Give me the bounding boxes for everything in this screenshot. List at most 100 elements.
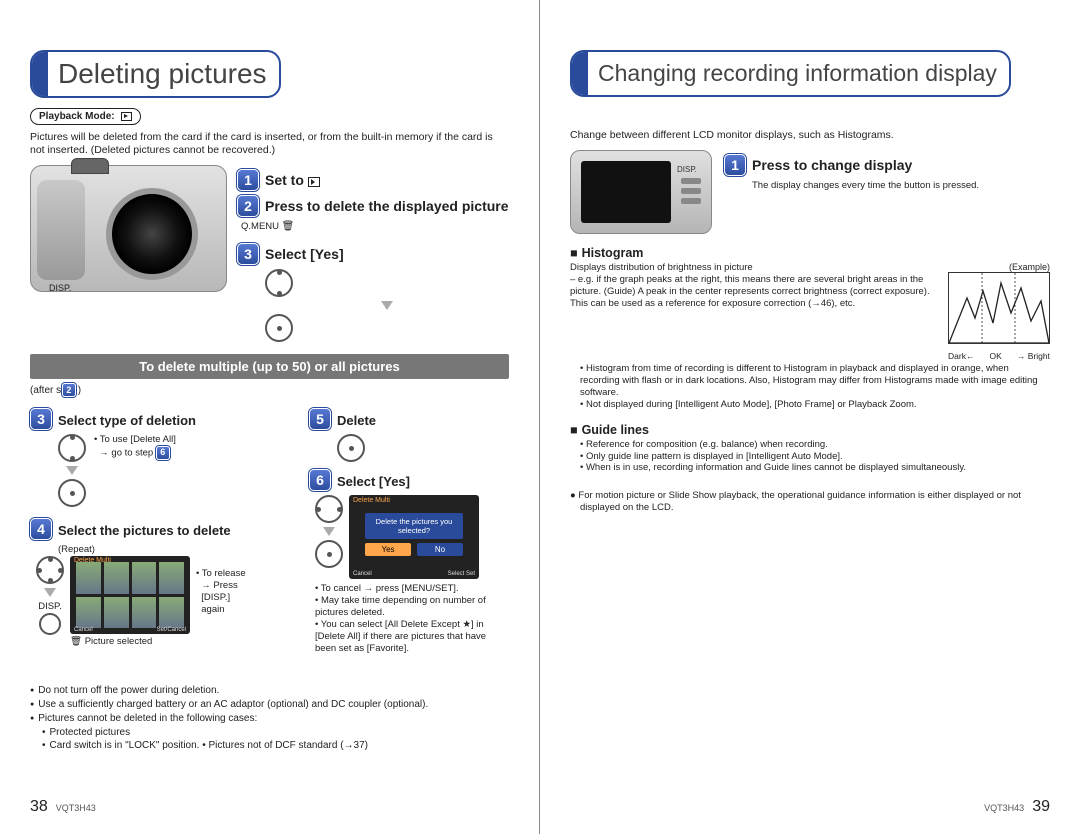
picture-selected-label: Picture selected [85,636,153,647]
step-5-icon: 5 [309,408,331,430]
scr-cancel: Cancel [74,627,93,633]
step-3-row: 3 Select [Yes] [237,243,509,265]
step-3-label: Select [Yes] [265,246,344,262]
step-5-label: Delete [337,413,376,428]
right-footer: VQT3H43 39 [570,798,1050,816]
arrow-down-icon [381,301,393,310]
left-notes: Do not turn off the power during deletio… [30,684,509,752]
hist-dark: Dark← [948,351,974,361]
right-page-number: 39 [1032,798,1050,816]
left-title: Deleting pictures [48,52,279,96]
dpad-icon [315,495,343,523]
release-4: again [196,604,225,615]
histogram-body: Displays distribution of brightness in p… [570,262,936,310]
dpad-center-icon [315,540,343,568]
trash-icon: 🗑 [282,221,295,232]
histogram-graphic [948,272,1050,344]
left-intro: Pictures will be deleted from the card i… [30,131,509,157]
playback-icon [121,112,132,121]
note-3: Pictures cannot be deleted in the follow… [30,712,509,725]
step-6-icon: 6 [309,469,331,491]
step-5-row: 5 Delete [309,407,509,430]
hist-bullet-1: Histogram from time of recording is diff… [580,363,1038,398]
guide-bullet-1: Reference for composition (e.g. balance)… [586,439,828,450]
right-title: Changing recording information display [588,52,1009,95]
motion-note: ● For motion picture or Slide Show playb… [570,490,1050,514]
step-3b-icon: 3 [30,408,52,430]
left-title-tab: Deleting pictures [30,50,281,98]
right-title-tab: Changing recording information display [570,50,1011,97]
s3-bullet-1: To use [Delete All] [100,434,176,445]
multi-delete-banner: To delete multiple (up to 50) or all pic… [30,354,509,379]
dlg-no: No [417,543,463,556]
dpad-center-icon [58,479,86,507]
camera-front-illustration: DISP. [30,165,227,292]
note-3a: Protected pictures [30,726,509,739]
histogram-axis: Dark← OK → Bright [948,351,1050,361]
dlg-yes: Yes [365,543,411,556]
dpad-center-icon [265,314,293,342]
guide-bullet-2: Only guide line pattern is displayed in … [586,451,843,462]
s3-bullet-2: → go to step [99,447,153,458]
motion-note-text: For motion picture or Slide Show playbac… [578,490,1021,513]
right-step-1-icon: 1 [724,154,746,176]
left-doc-id: VQT3H43 [56,803,96,813]
step-4-icon: 4 [30,518,52,540]
step-2-icon: 2 [237,195,259,217]
s6-b2: May take time depending on number of pic… [315,595,486,618]
disp-button-label: DISP. [49,283,71,293]
dpad-icon [36,556,64,584]
playback-mode-pill: Playback Mode: [30,108,141,125]
step-3b-row: 3 Select type of deletion [30,407,293,430]
right-step-1-body: The display changes every time the butto… [752,180,1050,192]
note-3b: Card switch is in "LOCK" position. • Pic… [30,739,509,752]
playback-icon [308,177,320,187]
scr-set: Set/Cancel [157,627,186,633]
camera-back-illustration: DISP. [570,150,712,234]
step-3-icon: 3 [237,243,259,265]
arrow-down-icon [66,466,78,475]
left-footer: 38 VQT3H43 [30,798,509,816]
playback-mode-label: Playback Mode: [39,111,115,122]
step-4-label: Select the pictures to delete [58,523,231,538]
dlg-question: Delete the pictures you selected? [365,513,463,539]
step-6-ref-icon: 6 [156,446,170,460]
step-3b-label: Select type of deletion [58,413,196,428]
right-step-1-label: Press to change display [752,157,912,173]
step-6-label: Select [Yes] [337,474,410,489]
dpad-center-icon [337,434,365,462]
step-1-label: Set to [265,172,304,188]
step-1-row: 1 Set to [237,169,509,191]
example-label: (Example) [948,262,1050,272]
release-3: [DISP.] [196,592,230,603]
hist-bullet-2: Not displayed during [Intelligent Auto M… [586,399,917,410]
step-2-label: Press to delete the displayed picture [265,198,509,214]
release-1: To release [202,568,246,579]
dlg-header: Delete Multi [353,497,390,504]
after-step-note: (after step ) 2 [30,383,509,397]
dlg-set: Select Set [448,571,475,577]
s6-b3: You can select [All Delete Except ★] in … [315,619,486,654]
circle-button-icon [39,613,61,635]
step-2-ref-icon: 2 [62,383,76,397]
guide-bullet-3: When is in use, recording information an… [586,462,966,473]
disp-text: DISP. [36,601,64,613]
histogram-heading: Histogram [570,246,1050,260]
left-page-number: 38 [30,798,48,816]
dpad-icon [265,269,293,297]
right-step-1-row: 1 Press to change display [724,154,1050,176]
guidelines-heading: Guide lines [570,423,1050,437]
hist-bright: → Bright [1017,351,1050,361]
right-intro: Change between different LCD monitor dis… [570,129,1050,142]
confirm-delete-dialog: Delete Multi Delete the pictures you sel… [349,495,479,579]
step-4-repeat: (Repeat) [58,544,293,556]
step-1-icon: 1 [237,169,259,191]
step-6-row: 6 Select [Yes] [309,468,509,491]
right-doc-id: VQT3H43 [984,803,1024,813]
step-4-row: 4 Select the pictures to delete [30,517,293,540]
delete-multi-screenshot: Delete Multi CancelSet/Cancel [70,556,190,634]
s6-b1: To cancel → press [MENU/SET]. [321,583,459,594]
arrow-down-icon [323,527,335,536]
title-accent [32,52,48,96]
note-1: Do not turn off the power during deletio… [30,684,509,697]
